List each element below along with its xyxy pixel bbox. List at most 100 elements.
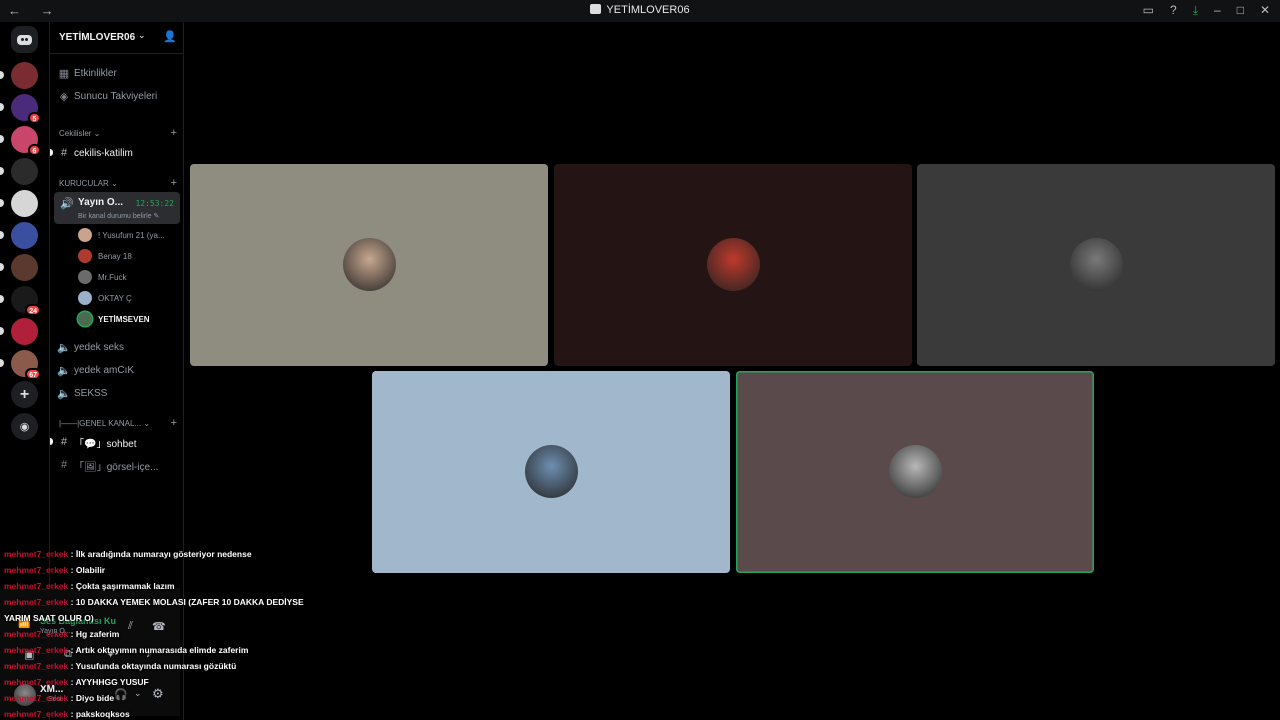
- events-item[interactable]: ▦ Etkinlikler: [54, 63, 180, 83]
- mention-badge: 6: [28, 144, 41, 156]
- close-icon[interactable]: ✕: [1260, 3, 1270, 18]
- category-kurucular[interactable]: KURUCULAR ⌄ +: [59, 178, 177, 189]
- avatar: [707, 238, 760, 291]
- server-icon[interactable]: [11, 62, 38, 89]
- unread-pip: [0, 295, 4, 303]
- video-tile[interactable]: [190, 164, 548, 366]
- channel-label: 「💬」sohbet: [74, 438, 137, 450]
- voice-user[interactable]: YETİMSEVEN: [78, 310, 150, 328]
- home-button[interactable]: [11, 26, 38, 53]
- unread-indicator: [50, 149, 53, 156]
- window-title: YETİMLOVER06: [0, 4, 1280, 16]
- server-boosts-item[interactable]: ◈ Sunucu Takviyeleri: [54, 86, 180, 106]
- chat-username: mehmet7_erkek: [4, 629, 69, 639]
- voice-channel-yedek-seks[interactable]: 🔈 yedek seks: [54, 337, 180, 357]
- server-icon[interactable]: [11, 158, 38, 185]
- unread-pip: [0, 231, 4, 239]
- unread-pip: [0, 199, 4, 207]
- video-tile[interactable]: [917, 164, 1275, 366]
- server-icon[interactable]: 24: [11, 286, 41, 316]
- speaker-icon: 🔈: [57, 341, 71, 354]
- unread-pip: [0, 135, 4, 143]
- category-cekilisler[interactable]: Cekilisler ⌄ +: [59, 128, 177, 139]
- channel-label: yedek amCıK: [74, 364, 135, 376]
- category-kurucular-label: KURUCULAR ⌄: [59, 179, 118, 188]
- avatar: [525, 445, 578, 498]
- server-icon[interactable]: [11, 254, 38, 281]
- discover-button[interactable]: ◉: [11, 413, 38, 440]
- chat-text: : Hg zaferim: [70, 629, 120, 639]
- chat-message: mehmet7_erkek : Çokta şaşırmamak lazım: [4, 578, 324, 594]
- unread-pip: [0, 263, 4, 271]
- hash-icon: #: [60, 436, 68, 448]
- create-channel-icon[interactable]: +: [171, 128, 177, 139]
- voice-user-name: Benay 18: [98, 251, 132, 261]
- voice-user[interactable]: OKTAY Ç: [78, 289, 132, 307]
- channel-gorsel[interactable]: # 「🖼」görsel-içe...: [54, 455, 180, 475]
- video-tile[interactable]: [736, 371, 1094, 573]
- chat-message: mehmet7_erkek : 10 DAKKA YEMEK MOLASI (Z…: [4, 594, 324, 626]
- hash-icon: #: [60, 459, 68, 471]
- chat-text: : Diyo bide: [70, 693, 115, 703]
- avatar: [78, 249, 92, 263]
- chat-username: mehmet7_erkek: [4, 549, 69, 559]
- chat-text: : Yusufunda oktayında numarası gözüktü: [70, 661, 237, 671]
- titlebar-actions: ▭ ? ⤓ – □ ✕: [1143, 3, 1270, 18]
- avatar: [78, 312, 92, 326]
- add-server-button[interactable]: +: [11, 381, 38, 408]
- avatar: [1070, 238, 1123, 291]
- chat-username: mehmet7_erkek: [4, 597, 69, 607]
- voice-channel-yedek-amcik[interactable]: 🔈 yedek amCıK: [54, 360, 180, 380]
- chat-message: mehmet7_erkek : Yusufunda oktayında numa…: [4, 658, 324, 674]
- inbox-icon[interactable]: ▭: [1143, 3, 1154, 18]
- server-icon[interactable]: [11, 190, 38, 217]
- category-genel[interactable]: |——|GENEL KANAL... ⌄ +: [59, 418, 177, 429]
- chat-username: mehmet7_erkek: [4, 581, 69, 591]
- chat-text: : AYYHHGG YUSUF: [70, 677, 149, 687]
- chat-message: mehmet7_erkek : Diyo bide: [4, 690, 324, 706]
- title-bar: ← → YETİMLOVER06 ▭ ? ⤓ – □ ✕: [0, 0, 1280, 22]
- channel-label: cekilis-katilim: [74, 147, 133, 159]
- voice-user[interactable]: Mr.Fuck: [78, 268, 126, 286]
- create-channel-icon[interactable]: +: [171, 178, 177, 189]
- channel-label: 「🖼」görsel-içe...: [74, 461, 159, 473]
- server-icon[interactable]: [11, 222, 38, 249]
- voice-channel-sekss[interactable]: 🔈 SEKSS: [54, 383, 180, 403]
- server-icon[interactable]: 5: [11, 94, 41, 124]
- voice-user[interactable]: ! Yusufum 21 (ya...: [78, 226, 165, 244]
- voice-user-name: YETİMSEVEN: [98, 314, 150, 324]
- unread-pip: [0, 359, 4, 367]
- voice-user-name: OKTAY Ç: [98, 293, 132, 303]
- minimize-icon[interactable]: –: [1214, 3, 1221, 18]
- avatar: [78, 228, 92, 242]
- server-name: YETİMLOVER06: [59, 32, 136, 43]
- speaker-icon: 🔈: [57, 364, 71, 377]
- avatar: [343, 238, 396, 291]
- chat-text: : pakskoqksos: [70, 709, 130, 719]
- events-label: Etkinlikler: [74, 67, 117, 79]
- help-icon[interactable]: ?: [1170, 3, 1177, 18]
- create-channel-icon[interactable]: +: [171, 418, 177, 429]
- voice-user[interactable]: Benay 18: [78, 247, 132, 265]
- mention-badge: 5: [28, 112, 41, 124]
- channel-cekilis-katilim[interactable]: # cekilis-katilim: [54, 143, 180, 163]
- server-icon[interactable]: [11, 318, 38, 345]
- server-icon[interactable]: 6: [11, 126, 41, 156]
- server-header[interactable]: YETİMLOVER06 ⌄ 👤: [50, 22, 184, 54]
- download-icon[interactable]: ⤓: [1193, 3, 1198, 18]
- chevron-down-icon: ⌄: [138, 30, 146, 40]
- unread-pip: [0, 327, 4, 335]
- video-tile[interactable]: [372, 371, 730, 573]
- maximize-icon[interactable]: □: [1237, 3, 1244, 18]
- chat-text: : Çokta şaşırmamak lazım: [70, 581, 175, 591]
- video-tile[interactable]: [554, 164, 912, 366]
- active-voice-channel[interactable]: 🔊 Yayın O... 12:53:22 Bir kanal durumu b…: [54, 192, 180, 224]
- chat-message: mehmet7_erkek : Artık oktayımın numarası…: [4, 642, 324, 658]
- channel-status-prompt[interactable]: Bir kanal durumu belirle ✎: [78, 212, 159, 220]
- speaker-icon: 🔊: [60, 198, 74, 210]
- server-icon[interactable]: 67: [11, 350, 41, 380]
- chat-message: mehmet7_erkek : İlk aradığında numarayı …: [4, 546, 324, 562]
- invite-people-icon[interactable]: 👤: [163, 30, 177, 43]
- channel-sohbet[interactable]: # 「💬」sohbet: [54, 432, 180, 452]
- mention-badge: 24: [25, 304, 41, 316]
